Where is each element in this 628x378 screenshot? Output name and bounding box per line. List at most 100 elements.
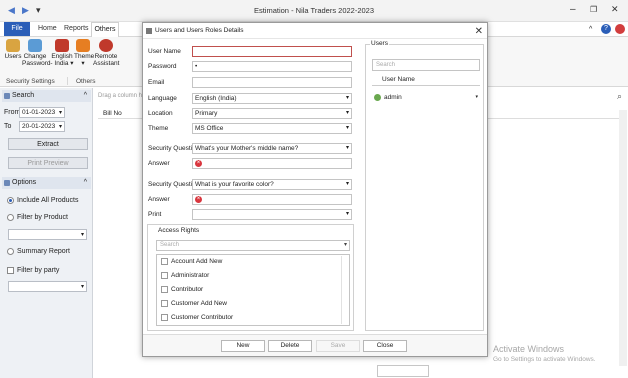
party-dropdown[interactable]: ▾ bbox=[8, 281, 87, 292]
grid-footer-cell bbox=[377, 365, 429, 377]
tab-others[interactable]: Others bbox=[91, 22, 119, 37]
email-field[interactable] bbox=[192, 77, 352, 88]
checkbox[interactable] bbox=[161, 286, 168, 293]
checkbox[interactable] bbox=[161, 300, 168, 307]
access-rights-scrollbar[interactable] bbox=[341, 256, 348, 324]
activation-watermark-title: Activate Windows bbox=[493, 344, 565, 354]
product-dropdown[interactable]: ▾ bbox=[8, 229, 87, 240]
save-button[interactable]: Save bbox=[316, 340, 360, 352]
users-column-header[interactable]: User Name bbox=[372, 74, 480, 86]
left-panel: Search ^ From 01-01-2023 ▾ To 20-01-2023 ▾… bbox=[0, 88, 93, 378]
alert-icon[interactable] bbox=[615, 24, 625, 34]
language-button[interactable]: English - India ▾ bbox=[50, 39, 74, 67]
user-icon bbox=[374, 94, 381, 101]
theme-button[interactable]: Theme ▾ bbox=[74, 39, 94, 67]
theme-select[interactable]: MS Office ▾ bbox=[192, 123, 352, 134]
access-rights-list: Account Add New Administrator Contributo… bbox=[156, 254, 350, 326]
dialog-close-button[interactable]: ✕ bbox=[475, 24, 483, 40]
dropdown-arrow-icon[interactable]: ▾ bbox=[81, 282, 84, 292]
user-name-field[interactable] bbox=[192, 46, 352, 57]
list-item[interactable]: Administrator bbox=[161, 272, 209, 279]
language-select[interactable]: English (India) ▾ bbox=[192, 93, 352, 104]
dropdown-arrow-icon[interactable]: ▾ bbox=[346, 94, 349, 103]
filter-product-radio[interactable] bbox=[7, 214, 14, 221]
answer-2-field[interactable]: × bbox=[192, 194, 352, 205]
security-question-1-select[interactable]: What's your Mother's middle name? ▾ bbox=[192, 143, 352, 154]
users-group: Users Search User Name admin ▾ bbox=[365, 40, 484, 331]
tab-reports[interactable]: Reports bbox=[64, 25, 89, 32]
collapse-icon[interactable]: ^ bbox=[84, 177, 87, 189]
filter-product-label: Filter by Product bbox=[17, 214, 68, 221]
tab-home[interactable]: Home bbox=[38, 25, 57, 32]
window-close-button[interactable]: ✕ bbox=[611, 4, 619, 15]
list-item[interactable]: Customer Add New bbox=[161, 300, 227, 307]
checkbox[interactable] bbox=[161, 258, 168, 265]
delete-button[interactable]: Delete bbox=[268, 340, 312, 352]
remote-assistant-button[interactable]: Remote Assistant bbox=[93, 39, 119, 67]
change-password-button[interactable]: Change Password bbox=[22, 39, 51, 67]
search-panel-header[interactable]: Search ^ bbox=[2, 90, 91, 102]
to-label: To bbox=[4, 123, 12, 130]
checkbox[interactable] bbox=[161, 272, 168, 279]
include-all-radio[interactable] bbox=[7, 197, 14, 204]
extract-button[interactable]: Extract bbox=[8, 138, 88, 150]
close-button[interactable]: Close bbox=[363, 340, 407, 352]
answer-1-field[interactable]: × bbox=[192, 158, 352, 169]
dropdown-arrow-icon[interactable]: ▾ bbox=[81, 230, 84, 240]
language-label: Language bbox=[148, 95, 177, 102]
group-separator bbox=[67, 77, 68, 85]
users-icon bbox=[6, 39, 20, 52]
dropdown-arrow-icon[interactable]: ▾ bbox=[346, 109, 349, 118]
collapse-icon[interactable]: ^ bbox=[84, 90, 87, 102]
key-icon bbox=[28, 39, 42, 52]
list-item[interactable]: Customer Contributor bbox=[161, 314, 233, 321]
location-select[interactable]: Primary ▾ bbox=[192, 108, 352, 119]
dropdown-arrow-icon[interactable]: ▾ bbox=[346, 180, 349, 189]
dropdown-arrow-icon[interactable]: ▾ bbox=[346, 124, 349, 133]
grid-vertical-scrollbar[interactable] bbox=[619, 110, 627, 366]
print-select[interactable]: ▾ bbox=[192, 209, 352, 220]
from-date-field[interactable]: 01-01-2023 ▾ bbox=[19, 107, 65, 118]
search-panel-icon bbox=[4, 93, 10, 99]
dropdown-arrow-icon[interactable]: ▾ bbox=[59, 122, 62, 132]
group-label-security-settings: Security Settings bbox=[6, 78, 55, 85]
minimize-button[interactable]: – bbox=[570, 4, 576, 15]
error-icon: × bbox=[195, 196, 202, 203]
dropdown-arrow-icon[interactable]: ▾ bbox=[475, 92, 478, 103]
theme-icon bbox=[76, 39, 90, 52]
list-item[interactable]: Account Add New bbox=[161, 258, 222, 265]
dropdown-arrow-icon[interactable]: ▾ bbox=[59, 108, 62, 118]
dropdown-arrow-icon[interactable]: ▾ bbox=[346, 210, 349, 219]
dialog-app-icon bbox=[146, 28, 152, 34]
users-ribbon-button[interactable]: Users bbox=[3, 39, 23, 60]
password-field[interactable]: • bbox=[192, 61, 352, 72]
options-panel-header[interactable]: Options ^ bbox=[2, 177, 91, 189]
include-all-label: Include All Products bbox=[17, 197, 79, 204]
to-date-field[interactable]: 20-01-2023 ▾ bbox=[19, 121, 65, 132]
print-preview-button[interactable]: Print Preview bbox=[8, 157, 88, 169]
summary-report-label: Summary Report bbox=[17, 248, 70, 255]
tab-file[interactable]: File bbox=[4, 22, 30, 36]
location-label: Location bbox=[148, 110, 173, 117]
dropdown-arrow-icon[interactable]: ▾ bbox=[346, 144, 349, 153]
restore-button[interactable]: ❐ bbox=[590, 5, 597, 14]
checkbox[interactable] bbox=[161, 314, 168, 321]
summary-report-radio[interactable] bbox=[7, 248, 14, 255]
security-question-2-select[interactable]: What is your favorite color? ▾ bbox=[192, 179, 352, 190]
list-item[interactable]: Contributor bbox=[161, 286, 203, 293]
search-icon[interactable]: ⌕ bbox=[617, 91, 622, 102]
theme-label: Theme bbox=[148, 125, 169, 132]
table-row[interactable]: admin ▾ bbox=[372, 92, 480, 103]
answer-2-label: Answer bbox=[148, 196, 170, 203]
dropdown-arrow-icon[interactable]: ▾ bbox=[344, 241, 347, 250]
filter-party-checkbox[interactable] bbox=[7, 267, 14, 274]
options-panel-icon bbox=[4, 180, 10, 186]
users-roles-dialog: Users and Users Roles Details ✕ User Nam… bbox=[142, 22, 488, 357]
users-search-input[interactable]: Search bbox=[372, 59, 480, 71]
collapse-ribbon-icon[interactable]: ^ bbox=[589, 26, 592, 33]
new-button[interactable]: New bbox=[221, 340, 265, 352]
answer-1-label: Answer bbox=[148, 160, 170, 167]
remote-assistant-icon bbox=[99, 39, 113, 52]
help-icon[interactable]: ? bbox=[601, 24, 611, 34]
access-rights-search[interactable]: Search ▾ bbox=[156, 240, 350, 251]
